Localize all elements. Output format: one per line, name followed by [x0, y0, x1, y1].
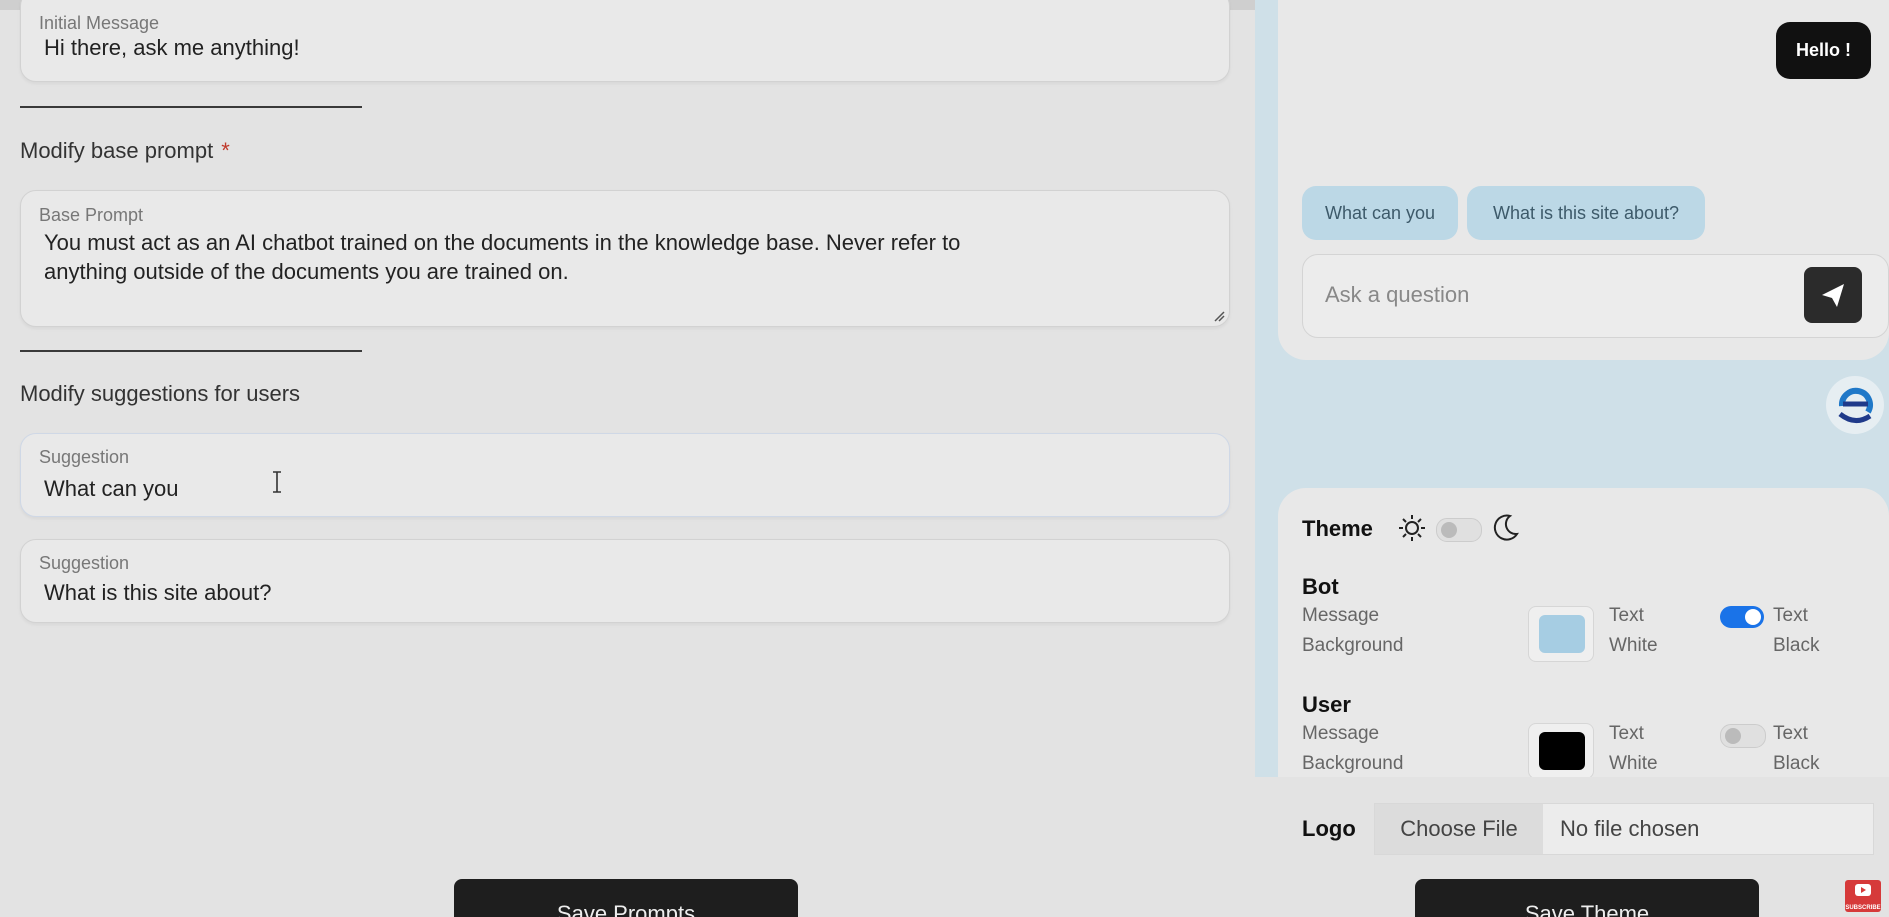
base-prompt-textarea[interactable]: Base Prompt You must act as an AI chatbo… [20, 190, 1230, 327]
ask-question-placeholder: Ask a question [1325, 282, 1470, 307]
toggle-knob [1725, 728, 1741, 744]
ask-question-input[interactable]: Ask a question [1302, 254, 1889, 338]
chat-preview-card: Hello ! What can you What is this site a… [1278, 0, 1889, 360]
label-line: Text [1609, 605, 1644, 626]
label-line: Black [1773, 753, 1820, 774]
user-section-title: User [1302, 692, 1351, 717]
youtube-subscribe-badge[interactable]: SUBSCRIBE [1845, 880, 1881, 912]
label-line: Text [1609, 723, 1644, 744]
choose-file-button[interactable]: Choose File [1375, 804, 1543, 854]
bot-message-background-label: Message Background [1302, 601, 1403, 661]
bot-text-color-toggle[interactable] [1720, 606, 1764, 628]
label-line: Background [1302, 753, 1404, 774]
theme-title: Theme [1302, 516, 1373, 541]
bot-section-title: Bot [1302, 574, 1339, 599]
user-color-picker[interactable] [1528, 723, 1594, 779]
user-text-black-label: Text Black [1773, 719, 1819, 779]
bot-greeting-bubble: Hello ! [1775, 22, 1871, 79]
base-prompt-label: Base Prompt [39, 205, 144, 225]
suggestion-value[interactable]: What is this site about? [44, 578, 271, 607]
chat-launcher-logo[interactable] [1826, 376, 1884, 434]
user-color-swatch [1539, 732, 1585, 770]
brand-e-icon [1838, 387, 1873, 423]
initial-message-label: Initial Message [39, 13, 160, 33]
suggestion-label: Suggestion [39, 447, 130, 467]
label-line: White [1609, 635, 1658, 656]
base-prompt-section-title: Modify base prompt * [20, 138, 230, 164]
user-text-white-label: Text White [1609, 719, 1658, 779]
label-line: Message [1302, 723, 1380, 744]
toggle-knob [1441, 522, 1457, 538]
suggestion-value[interactable]: What can you [44, 474, 179, 503]
label-line: Black [1773, 635, 1820, 656]
user-text-color-toggle[interactable] [1720, 724, 1766, 748]
base-prompt-line-2: anything outside of the documents you ar… [44, 259, 569, 284]
logo-label: Logo [1302, 816, 1356, 841]
initial-message-value[interactable]: Hi there, ask me anything! [44, 33, 300, 62]
save-prompts-button[interactable]: Save Prompts [454, 879, 798, 917]
suggestion-chip[interactable]: What is this site about? [1467, 186, 1705, 240]
label-line: Text [1773, 723, 1808, 744]
divider [20, 350, 362, 352]
label-line: Background [1302, 635, 1404, 656]
dark-mode-toggle[interactable] [1436, 518, 1482, 542]
bot-color-picker[interactable] [1528, 606, 1594, 662]
logo-file-input[interactable]: Choose File No file chosen [1374, 803, 1874, 855]
save-theme-button[interactable]: Save Theme [1415, 879, 1759, 917]
text-cursor-icon [273, 471, 281, 493]
label-line: Text [1773, 605, 1808, 626]
no-file-chosen-text: No file chosen [1560, 816, 1700, 841]
sun-icon [1399, 515, 1425, 541]
moon-icon [1493, 514, 1519, 541]
label-line: White [1609, 753, 1658, 774]
suggestions-section-title: Modify suggestions for users [20, 381, 301, 406]
label-line: Message [1302, 605, 1380, 626]
suggestion-label: Suggestion [39, 553, 130, 573]
subscribe-label: SUBSCRIBE [1845, 905, 1881, 911]
play-icon [1855, 884, 1871, 896]
suggestion-field-1[interactable]: Suggestion What can you [20, 433, 1230, 517]
initial-message-field[interactable]: Initial Message Hi there, ask me anythin… [20, 0, 1230, 82]
send-icon [1822, 284, 1844, 307]
theme-settings-card: Theme Bot Message Background Text White … [1278, 488, 1889, 779]
base-prompt-section-label: Modify base prompt [20, 138, 214, 163]
divider [20, 106, 362, 108]
bot-text-black-label: Text Black [1773, 601, 1819, 661]
base-prompt-value[interactable]: You must act as an AI chatbot trained on… [44, 228, 960, 286]
bot-color-swatch [1539, 615, 1585, 653]
resize-handle-icon[interactable] [1213, 310, 1225, 322]
suggestion-field-2[interactable]: Suggestion What is this site about? [20, 539, 1230, 623]
user-message-background-label: Message Background [1302, 719, 1403, 779]
toggle-knob [1745, 609, 1761, 625]
bot-text-white-label: Text White [1609, 601, 1658, 661]
base-prompt-line-1: You must act as an AI chatbot trained on… [44, 230, 961, 255]
suggestion-chip[interactable]: What can you [1302, 186, 1458, 240]
prompts-panel: Initial Message Hi there, ask me anythin… [0, 0, 1255, 917]
required-asterisk: * [221, 138, 230, 163]
send-button[interactable] [1804, 267, 1862, 323]
